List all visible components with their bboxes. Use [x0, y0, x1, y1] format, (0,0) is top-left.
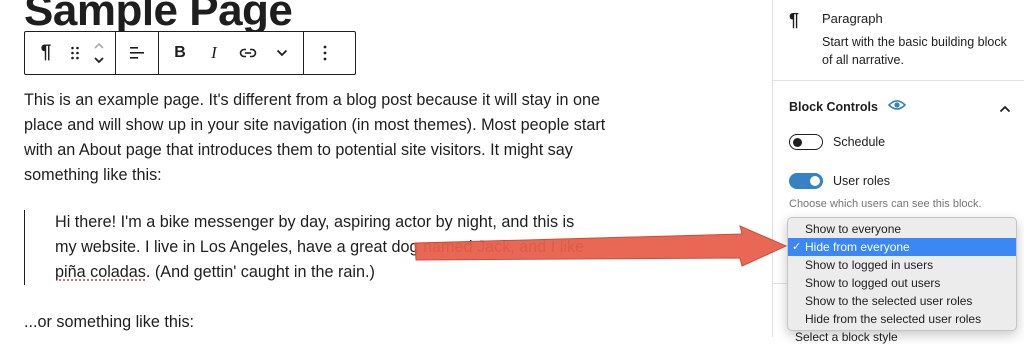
- chevron-up-icon[interactable]: [999, 100, 1011, 118]
- dropdown-option[interactable]: Show to the selected user roles: [788, 292, 1016, 310]
- block-style-select[interactable]: Select a block style: [795, 330, 898, 344]
- quote-line-1: Hi there! I'm a bike messenger by day, a…: [55, 213, 575, 231]
- toolbar-group-block: ¶: [25, 32, 116, 74]
- align-icon[interactable]: [120, 32, 154, 74]
- toolbar-group-align: [116, 32, 159, 74]
- dropdown-option[interactable]: Hide from the selected user roles: [788, 310, 1016, 328]
- italic-icon[interactable]: I: [197, 32, 231, 74]
- dropdown-option-selected[interactable]: ✓ Hide from everyone: [788, 238, 1016, 256]
- divider: [772, 283, 787, 284]
- quote-line-3-rest: . (And gettin' caught in the rain.): [145, 263, 375, 281]
- bold-icon[interactable]: B: [163, 32, 197, 74]
- link-icon[interactable]: [231, 32, 265, 74]
- editor-canvas: Sample Page ¶ B I This is an example pag…: [0, 0, 772, 337]
- drag-handle-icon[interactable]: [63, 32, 87, 74]
- block-toolbar: ¶ B I: [24, 31, 356, 75]
- dropdown-option[interactable]: Show to everyone: [788, 220, 1016, 238]
- schedule-label: Schedule: [833, 135, 886, 149]
- schedule-row: Schedule: [789, 132, 885, 152]
- block-title: Paragraph: [822, 11, 883, 26]
- paragraph-text: This is an example page. It's different …: [24, 91, 606, 184]
- paragraph-after-quote[interactable]: ...or something like this:: [24, 310, 194, 335]
- user-roles-label: User roles: [833, 174, 890, 188]
- toolbar-group-format: B I: [159, 32, 304, 74]
- quote-block[interactable]: Hi there! I'm a bike messenger by day, a…: [24, 210, 615, 285]
- move-up-down-icon[interactable]: [87, 32, 111, 74]
- quote-line-2: my website. I live in Los Angeles, have …: [55, 238, 585, 256]
- block-controls-panel-header[interactable]: Block Controls: [789, 98, 1011, 118]
- eye-icon: [888, 98, 907, 116]
- more-options-icon[interactable]: [308, 32, 342, 74]
- visibility-dropdown[interactable]: Show to everyone ✓ Hide from everyone Sho…: [787, 217, 1017, 331]
- paragraph-icon: ¶: [789, 10, 800, 30]
- panel-title: Block Controls: [789, 100, 878, 114]
- misspelled-word: piña coladas: [55, 263, 146, 281]
- paragraph-icon[interactable]: ¶: [29, 32, 63, 74]
- check-icon: ✓: [792, 241, 802, 253]
- user-roles-toggle[interactable]: [789, 173, 823, 189]
- dropdown-option[interactable]: Show to logged out users: [788, 274, 1016, 292]
- divider: [773, 80, 1024, 81]
- quote-line-3: piña coladas. (And gettin' caught in the…: [55, 260, 615, 285]
- toolbar-group-more: [304, 32, 346, 74]
- help-text: Choose which users can see this block.: [789, 198, 982, 210]
- paragraph-block[interactable]: This is an example page. It's different …: [24, 88, 614, 188]
- chevron-down-icon[interactable]: [265, 32, 299, 74]
- schedule-toggle[interactable]: [789, 134, 823, 150]
- user-roles-row: User roles: [789, 171, 890, 191]
- dropdown-option[interactable]: Show to logged in users: [788, 256, 1016, 274]
- block-description: Start with the basic building block of a…: [822, 35, 1007, 67]
